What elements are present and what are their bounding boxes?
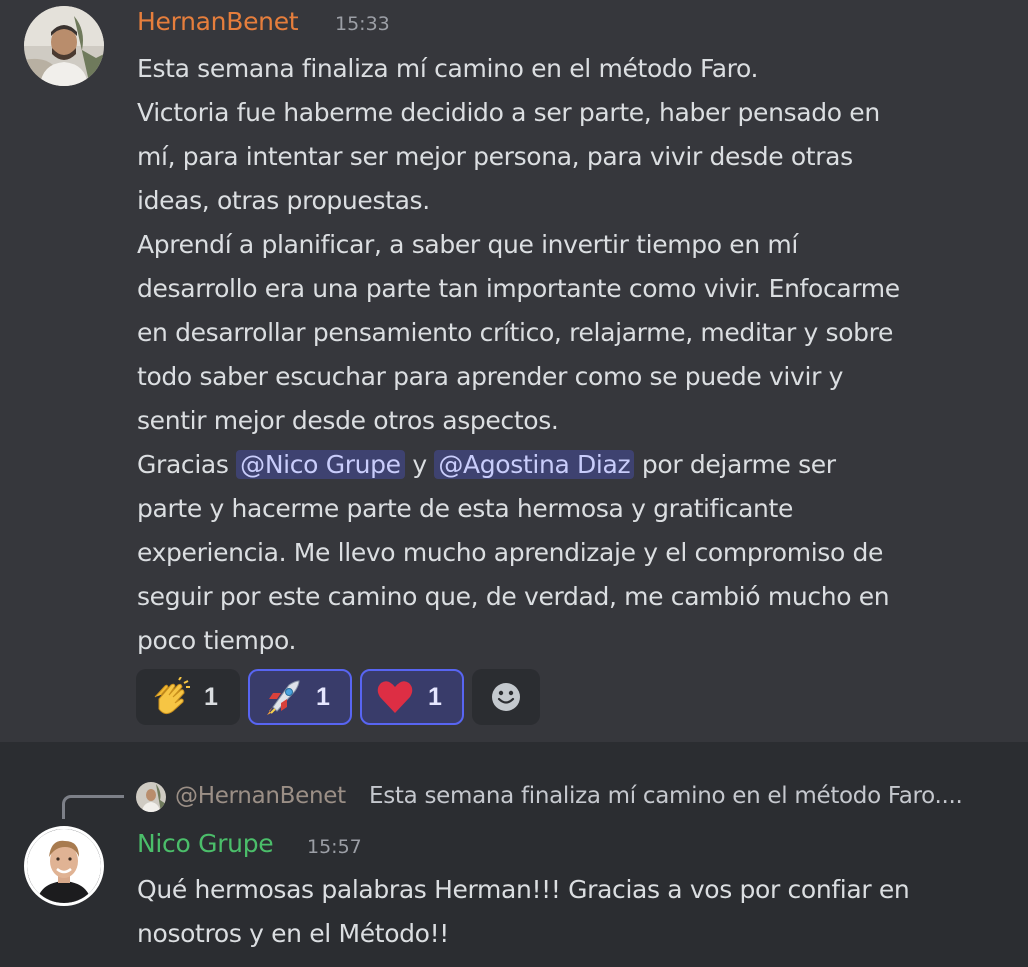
message-line: ideas, otras propuestas. [137, 186, 430, 215]
reply-preview-text[interactable]: Esta semana finaliza mí camino en el mét… [369, 783, 963, 809]
reaction-rocket[interactable]: 1 [248, 669, 352, 725]
message-line: Qué hermosas palabras Herman!!! Gracias … [137, 875, 910, 904]
author-name[interactable]: HernanBenet [137, 7, 299, 36]
reply-avatar-hernanbenet[interactable] [136, 782, 166, 812]
message-line: poco tiempo. [137, 626, 297, 655]
message-line: todo saber escuchar para aprender como s… [137, 362, 844, 391]
smiley-add-reaction-icon [489, 680, 523, 714]
reply-author-mention[interactable]: @HernanBenet [175, 783, 346, 809]
message-line: nosotros y en el Método!! [137, 919, 449, 948]
message-line: sentir mejor desde otros aspectos. [137, 406, 559, 435]
message-line: experiencia. Me llevo mucho aprendizaje … [137, 538, 884, 567]
message-content: Esta semana finaliza mí camino en el mét… [137, 47, 1007, 663]
reaction-clap[interactable]: 1 [136, 669, 240, 725]
reaction-count: 1 [316, 682, 330, 711]
message-line: parte y hacerme parte de esta hermosa y … [137, 494, 794, 523]
avatar-hernanbenet[interactable] [24, 6, 104, 86]
author-name[interactable]: Nico Grupe [137, 829, 274, 858]
message-timestamp: 15:33 [335, 13, 390, 35]
clapping-hands-icon [150, 676, 192, 718]
rocket-icon [262, 676, 304, 718]
message-content: Qué hermosas palabras Herman!!! Gracias … [137, 868, 1007, 956]
text-y: y [412, 450, 427, 479]
reaction-count: 1 [428, 682, 442, 711]
reply-connector [62, 795, 124, 819]
avatar-nico-grupe[interactable] [24, 826, 104, 906]
message-line-mentions: Gracias @Nico Grupe y @Agostina Diaz por… [137, 443, 1007, 487]
message-line: en desarrollar pensamiento crítico, rela… [137, 318, 894, 347]
message-line: Victoria fue haberme decidido a ser part… [137, 98, 880, 127]
text-por-dejarme: por dejarme ser [641, 450, 836, 479]
reaction-heart[interactable]: 1 [360, 669, 464, 725]
mention-nico-grupe[interactable]: @Nico Grupe [236, 450, 405, 479]
text-gracias: Gracias [137, 450, 229, 479]
message-line: mí, para intentar ser mejor persona, par… [137, 142, 853, 171]
message-timestamp: 15:57 [307, 836, 362, 858]
red-heart-icon [374, 676, 416, 718]
message-line: Aprendí a planificar, a saber que invert… [137, 230, 799, 259]
message-line: seguir por este camino que, de verdad, m… [137, 582, 890, 611]
mention-agostina-diaz[interactable]: @Agostina Diaz [434, 450, 635, 479]
message-line: Esta semana finaliza mí camino en el mét… [137, 54, 759, 83]
message-line: desarrollo era una parte tan importante … [137, 274, 900, 303]
add-reaction-button[interactable] [472, 669, 540, 725]
message-hernanbenet: HernanBenet 15:33 Esta semana finaliza m… [0, 0, 1028, 742]
reaction-count: 1 [204, 682, 218, 711]
